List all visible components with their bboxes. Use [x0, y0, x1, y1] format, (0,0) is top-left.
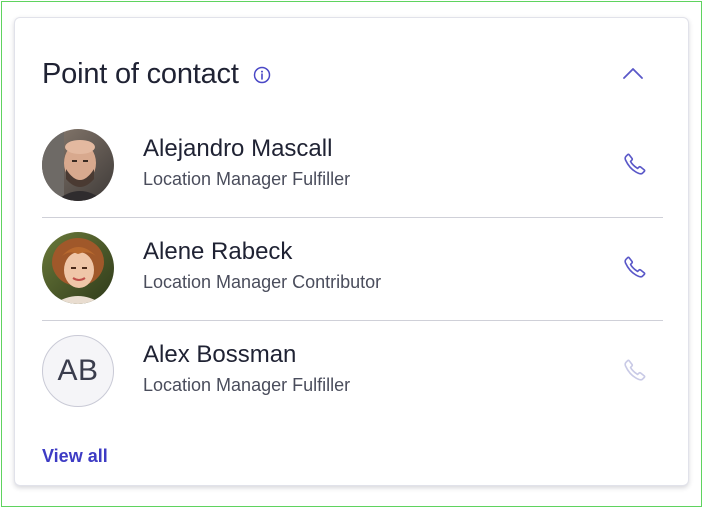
contact-row: Alene Rabeck Location Manager Contributo…	[42, 232, 663, 306]
chevron-up-icon	[621, 65, 645, 86]
contact-role: Location Manager Fulfiller	[143, 375, 351, 395]
view-all-link[interactable]: View all	[42, 446, 108, 467]
avatar-initials: AB	[42, 335, 114, 407]
divider	[42, 217, 663, 218]
collapse-button[interactable]	[618, 60, 648, 90]
card-header: Point of contact	[42, 54, 271, 94]
avatar	[42, 232, 114, 304]
card-title: Point of contact	[42, 57, 239, 90]
phone-icon	[622, 357, 648, 388]
call-button-disabled	[619, 356, 651, 388]
call-button[interactable]	[619, 150, 651, 182]
avatar	[42, 129, 114, 201]
contact-row: Alejandro Mascall Location Manager Fulfi…	[42, 129, 663, 203]
info-icon[interactable]	[253, 66, 271, 84]
phone-icon	[622, 254, 648, 285]
contact-name: Alene Rabeck	[143, 238, 293, 265]
contact-role: Location Manager Fulfiller	[143, 169, 351, 189]
phone-icon	[622, 151, 648, 182]
point-of-contact-card: Point of contact Alejandro Mascall Locat…	[14, 17, 689, 486]
contact-name: Alex Bossman	[143, 341, 297, 368]
contact-row: AB Alex Bossman Location Manager Fulfill…	[42, 335, 663, 409]
divider	[42, 320, 663, 321]
call-button[interactable]	[619, 253, 651, 285]
contact-role: Location Manager Contributor	[143, 272, 382, 292]
contact-name: Alejandro Mascall	[143, 135, 333, 162]
